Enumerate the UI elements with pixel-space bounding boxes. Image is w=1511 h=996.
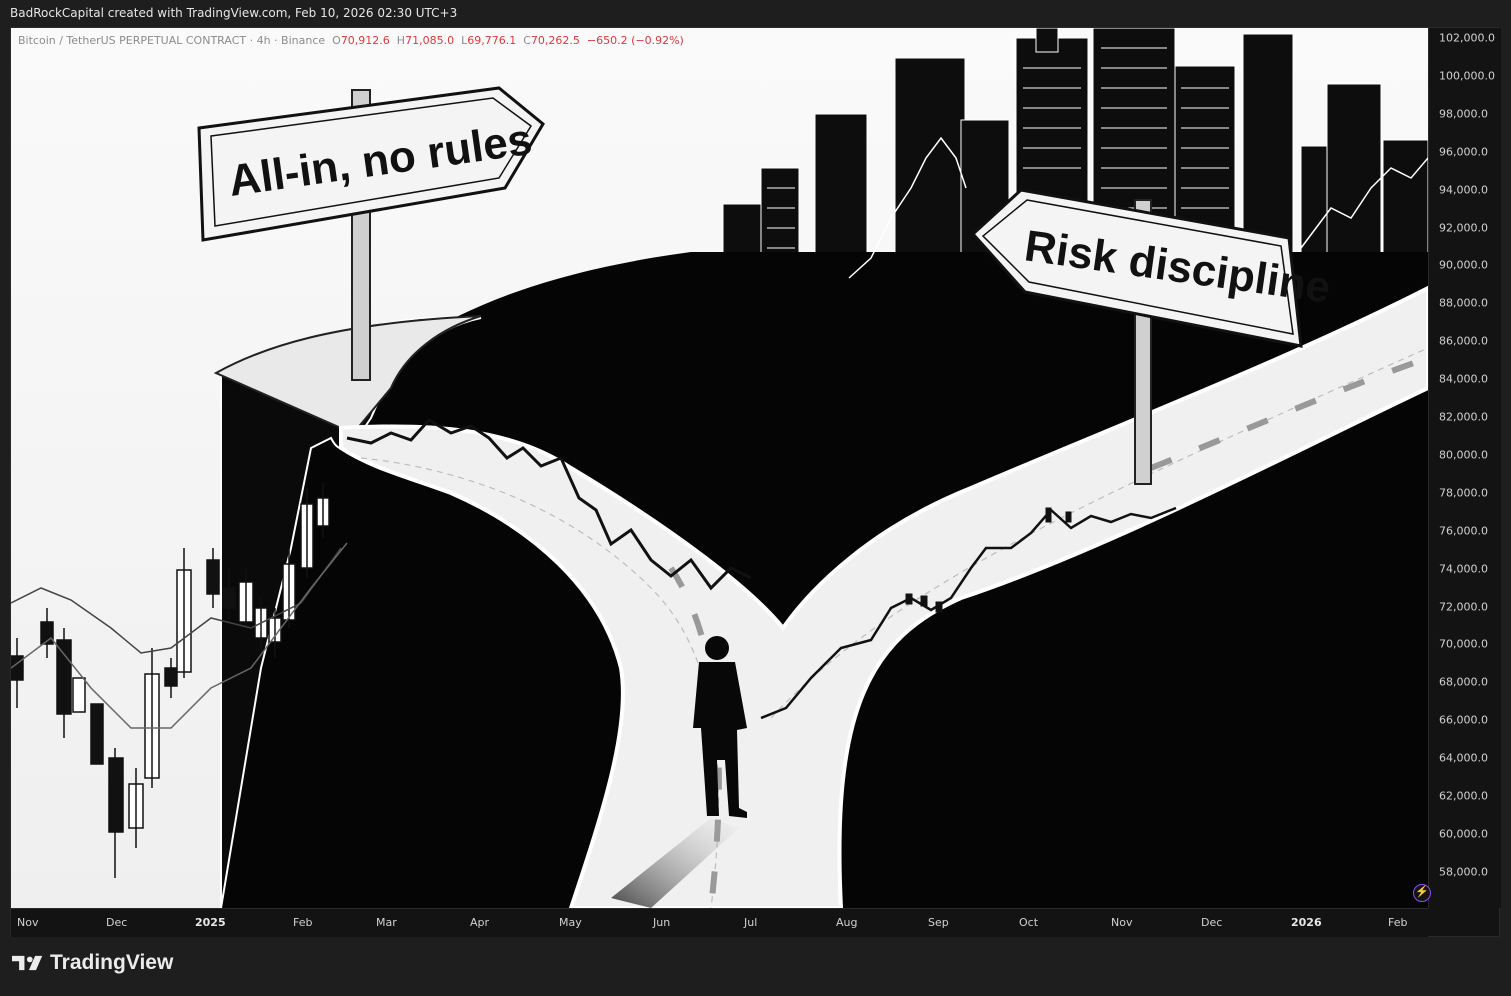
- attribution-bar: BadRockCapital created with TradingView.…: [0, 0, 1511, 27]
- time-tick: Dec: [1201, 916, 1223, 929]
- chart-plot-area[interactable]: All-in, no rules Risk discipline: [11, 28, 1428, 908]
- time-axis[interactable]: Nov Dec 2025 Feb Mar Apr May Jun Jul Aug Sep Oct Nov…: [11, 908, 1428, 937]
- symbol-legend[interactable]: Bitcoin / TetherUS PERPETUAL CONTRACT · …: [18, 34, 684, 47]
- price-tick: 84,000.0: [1439, 372, 1488, 386]
- price-tick: 76,000.0: [1439, 524, 1488, 538]
- time-tick: Jun: [653, 916, 671, 929]
- time-tick: Aug: [836, 916, 858, 929]
- high-value: 71,085.0: [405, 34, 455, 47]
- lightning-icon[interactable]: ⚡: [1413, 884, 1431, 902]
- low-value: 69,776.1: [467, 34, 517, 47]
- symbol-name: Bitcoin / TetherUS PERPETUAL CONTRACT · …: [18, 34, 326, 47]
- price-tick: 62,000.0: [1439, 789, 1488, 803]
- tradingview-logo-icon: [12, 955, 43, 971]
- time-tick: Nov: [1111, 916, 1133, 929]
- price-tick: 98,000.0: [1439, 107, 1488, 121]
- brand-name: TradingView: [50, 951, 174, 974]
- time-tick: 2025: [195, 916, 226, 929]
- price-tick: 92,000.0: [1439, 221, 1488, 234]
- time-tick: Oct: [1019, 916, 1039, 929]
- time-tick: Mar: [376, 916, 397, 929]
- price-tick: 70,000.0: [1439, 637, 1488, 651]
- price-tick: 58,000.0: [1439, 865, 1488, 879]
- change-value: −650.2 (−0.92%): [586, 34, 684, 47]
- illustration: All-in, no rules Risk discipline: [11, 28, 1428, 908]
- price-axis[interactable]: 102,000.0 100,000.0 98,000.0 96,000.0 94,000…: [1428, 28, 1501, 908]
- price-tick: 102,000.0: [1439, 31, 1495, 45]
- open-label: O: [332, 34, 341, 47]
- price-tick: 80,000.0: [1439, 448, 1488, 462]
- price-tick: 60,000.0: [1439, 827, 1488, 841]
- price-tick: 68,000.0: [1439, 675, 1488, 689]
- time-tick: 2026: [1291, 916, 1322, 929]
- price-tick: 90,000.0: [1439, 258, 1488, 272]
- close-value: 70,262.5: [530, 34, 580, 47]
- time-tick: Feb: [1388, 916, 1408, 929]
- time-tick: Feb: [293, 916, 313, 929]
- time-tick: Apr: [470, 916, 490, 929]
- close-label: C: [523, 34, 531, 47]
- time-tick: Nov: [17, 916, 39, 929]
- open-value: 70,912.6: [340, 34, 390, 47]
- brand[interactable]: TradingView: [12, 951, 173, 975]
- price-tick: 94,000.0: [1439, 183, 1488, 197]
- price-tick: 96,000.0: [1439, 145, 1488, 159]
- price-tick: 66,000.0: [1439, 713, 1488, 727]
- time-tick: May: [559, 916, 582, 929]
- price-tick: 86,000.0: [1439, 334, 1488, 348]
- price-tick: 74,000.0: [1439, 562, 1488, 576]
- price-tick: 64,000.0: [1439, 751, 1488, 765]
- time-tick: Jul: [744, 916, 758, 929]
- attribution-text: BadRockCapital created with TradingView.…: [10, 6, 458, 20]
- high-label: H: [396, 34, 406, 47]
- price-tick: 100,000.0: [1439, 69, 1495, 83]
- price-tick: 78,000.0: [1439, 486, 1488, 500]
- price-tick: 72,000.0: [1439, 600, 1488, 613]
- price-tick: 82,000.0: [1439, 410, 1488, 424]
- time-tick: Sep: [928, 916, 949, 929]
- price-tick: 88,000.0: [1439, 296, 1488, 310]
- time-tick: Dec: [106, 916, 128, 929]
